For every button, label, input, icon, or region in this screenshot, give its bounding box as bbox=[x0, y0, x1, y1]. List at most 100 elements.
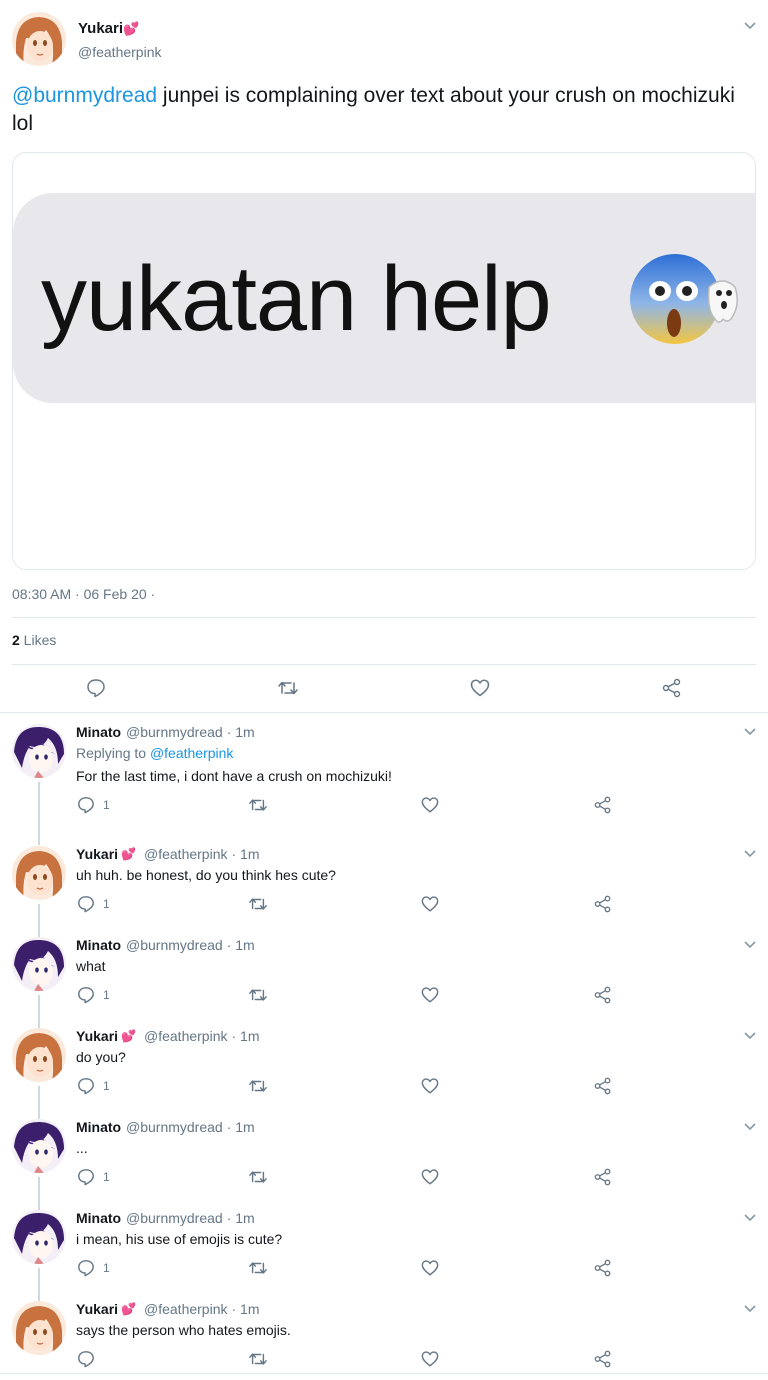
author-meta[interactable]: @burnmydread · 1m bbox=[126, 1119, 255, 1135]
reply-time: · 1m bbox=[226, 1119, 255, 1135]
author-handle[interactable]: @featherpink bbox=[144, 1028, 227, 1044]
reply-count[interactable]: 1 bbox=[103, 897, 110, 911]
reply-tweet[interactable]: Yukari 💕 @featherpink · 1m do you? 1 bbox=[0, 1018, 768, 1119]
avatar-yukari[interactable] bbox=[12, 12, 66, 66]
author-meta[interactable]: @featherpink · 1m bbox=[144, 846, 259, 862]
author-name[interactable]: Yukari bbox=[78, 20, 123, 37]
like-icon[interactable] bbox=[421, 895, 439, 913]
reply-time: · 1m bbox=[226, 1210, 255, 1226]
author-name[interactable]: Minato bbox=[76, 1210, 121, 1226]
retweet-icon[interactable] bbox=[248, 1168, 267, 1186]
avatar-yukari[interactable] bbox=[12, 1028, 66, 1082]
like-icon[interactable] bbox=[470, 678, 490, 698]
likes-stat[interactable]: 2 Likes bbox=[12, 632, 56, 648]
chevron-down-icon[interactable] bbox=[744, 1032, 756, 1040]
reply-icon[interactable] bbox=[86, 678, 106, 698]
reply-icon[interactable] bbox=[77, 895, 95, 913]
share-icon[interactable] bbox=[594, 986, 612, 1004]
author-handle[interactable]: @featherpink bbox=[144, 846, 227, 862]
reply-icon[interactable] bbox=[77, 986, 95, 1004]
author-name[interactable]: Minato bbox=[76, 937, 121, 953]
reply-text: ... bbox=[76, 1140, 88, 1156]
retweet-icon[interactable] bbox=[248, 1259, 267, 1277]
two-hearts-emoji: 💕 bbox=[123, 21, 140, 36]
like-icon[interactable] bbox=[421, 796, 439, 814]
avatar-minato[interactable] bbox=[12, 724, 66, 778]
reply-icon[interactable] bbox=[77, 796, 95, 814]
reply-text: do you? bbox=[76, 1049, 126, 1065]
reply-tweet[interactable]: Minato @burnmydread · 1m Replying to @feath… bbox=[0, 714, 768, 845]
reply-count[interactable]: 1 bbox=[103, 1170, 110, 1184]
chevron-down-icon[interactable] bbox=[744, 728, 756, 736]
avatar-minato[interactable] bbox=[12, 1210, 66, 1264]
author-name[interactable]: Yukari bbox=[76, 1028, 118, 1044]
author-meta[interactable]: @featherpink · 1m bbox=[144, 1028, 259, 1044]
author-name[interactable]: Yukari bbox=[76, 846, 118, 862]
chevron-down-icon[interactable] bbox=[744, 850, 756, 858]
reply-tweet[interactable]: Minato @burnmydread · 1m... 1 bbox=[0, 1109, 768, 1210]
reply-tweet[interactable]: Minato @burnmydread · 1m what 1 bbox=[0, 927, 768, 1028]
reply-text: i mean, his use of emojis is cute? bbox=[76, 1231, 283, 1247]
reply-time: · 1m bbox=[231, 846, 260, 862]
reply-count[interactable]: 1 bbox=[103, 1261, 110, 1275]
share-icon[interactable] bbox=[594, 796, 612, 814]
like-icon[interactable] bbox=[421, 1077, 439, 1095]
retweet-icon[interactable] bbox=[248, 1077, 267, 1095]
reply-tweet[interactable]: Yukari 💕 @featherpink · 1m uh huh. be honest… bbox=[0, 836, 768, 937]
chevron-down-icon[interactable] bbox=[744, 22, 756, 30]
author-handle[interactable]: @burnmydread bbox=[126, 724, 223, 740]
reply-count[interactable]: 1 bbox=[103, 1079, 110, 1093]
avatar-minato[interactable] bbox=[12, 937, 66, 991]
chevron-down-icon[interactable] bbox=[744, 1305, 756, 1313]
chevron-down-icon[interactable] bbox=[744, 941, 756, 949]
author-meta[interactable]: @featherpink · 1m bbox=[144, 1301, 259, 1317]
author-handle[interactable]: @featherpink bbox=[144, 1301, 227, 1317]
reply-tweet[interactable]: Yukari 💕 @featherpink · 1m says the person w… bbox=[0, 1291, 768, 1373]
reply-text: says the person who hates emojis. bbox=[76, 1322, 291, 1338]
reply-count[interactable]: 1 bbox=[103, 798, 110, 812]
reply-count[interactable]: 1 bbox=[103, 988, 110, 1002]
author-handle[interactable]: @burnmydread bbox=[126, 937, 223, 953]
reply-tweet[interactable]: Minato @burnmydread · 1m i mean, his use of… bbox=[0, 1200, 768, 1301]
author-meta[interactable]: @burnmydread · 1m bbox=[126, 937, 255, 953]
avatar-yukari[interactable] bbox=[12, 846, 66, 900]
tweet-text: @burnmydread junpei is complaining over … bbox=[12, 82, 752, 138]
like-icon[interactable] bbox=[421, 1259, 439, 1277]
author-name[interactable]: Minato bbox=[76, 1119, 121, 1135]
replying-to-label: Replying to bbox=[76, 745, 150, 761]
replying-to: Replying to @featherpink bbox=[76, 745, 233, 761]
author-meta[interactable]: @burnmydread · 1m bbox=[126, 1210, 255, 1226]
reply-icon[interactable] bbox=[77, 1259, 95, 1277]
author-meta[interactable]: @burnmydread · 1m bbox=[126, 724, 255, 740]
reply-icon[interactable] bbox=[77, 1350, 95, 1368]
avatar-minato[interactable] bbox=[12, 1119, 66, 1173]
retweet-icon[interactable] bbox=[248, 895, 267, 913]
like-icon[interactable] bbox=[421, 986, 439, 1004]
chevron-down-icon[interactable] bbox=[744, 1214, 756, 1222]
author-name[interactable]: Yukari bbox=[76, 1301, 118, 1317]
author-handle[interactable]: @featherpink bbox=[78, 44, 161, 60]
author-name[interactable]: Minato bbox=[76, 724, 121, 740]
share-icon[interactable] bbox=[594, 1168, 612, 1186]
share-icon[interactable] bbox=[594, 1259, 612, 1277]
share-icon[interactable] bbox=[594, 895, 612, 913]
chevron-down-icon[interactable] bbox=[744, 1123, 756, 1131]
share-icon[interactable] bbox=[594, 1077, 612, 1095]
author-handle[interactable]: @burnmydread bbox=[126, 1119, 223, 1135]
share-icon[interactable] bbox=[662, 678, 682, 698]
retweet-icon[interactable] bbox=[277, 678, 298, 698]
mention-link[interactable]: @featherpink bbox=[150, 745, 233, 761]
mention-link[interactable]: @burnmydread bbox=[12, 84, 157, 107]
retweet-icon[interactable] bbox=[248, 796, 267, 814]
media-image[interactable]: yukatan help bbox=[12, 152, 756, 570]
retweet-icon[interactable] bbox=[248, 1350, 267, 1368]
like-icon[interactable] bbox=[421, 1350, 439, 1368]
author-handle[interactable]: @burnmydread bbox=[126, 1210, 223, 1226]
reply-icon[interactable] bbox=[77, 1168, 95, 1186]
retweet-icon[interactable] bbox=[248, 986, 267, 1004]
tweet-timestamp[interactable]: 08:30 AM · 06 Feb 20 · bbox=[12, 586, 155, 602]
avatar-yukari[interactable] bbox=[12, 1301, 66, 1355]
like-icon[interactable] bbox=[421, 1168, 439, 1186]
reply-icon[interactable] bbox=[77, 1077, 95, 1095]
share-icon[interactable] bbox=[594, 1350, 612, 1368]
